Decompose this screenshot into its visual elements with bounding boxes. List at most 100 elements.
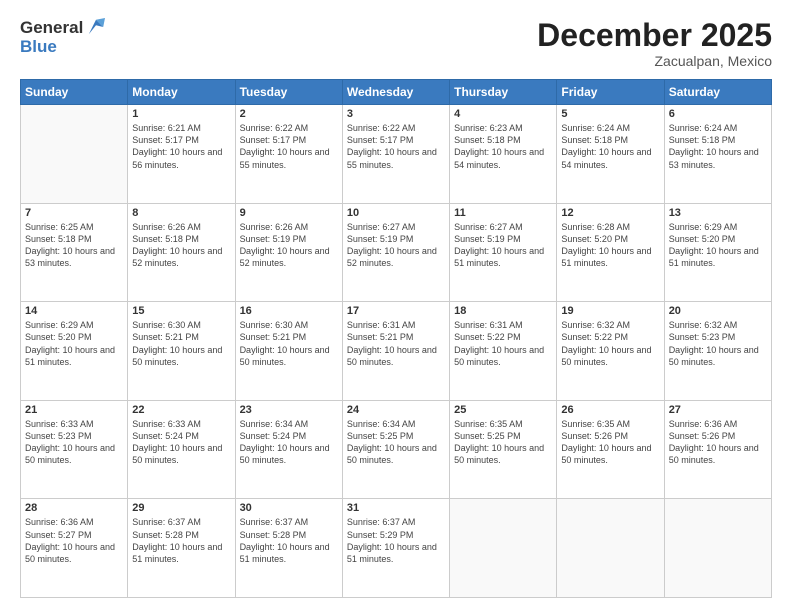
calendar-header-row: Sunday Monday Tuesday Wednesday Thursday… xyxy=(21,80,772,105)
logo-general: General xyxy=(20,19,83,38)
day-number: 15 xyxy=(132,305,230,317)
calendar-cell: 13 Sunrise: 6:29 AMSunset: 5:20 PMDayligh… xyxy=(664,203,771,302)
calendar-cell: 29 Sunrise: 6:37 AMSunset: 5:28 PMDayligh… xyxy=(128,499,235,598)
day-number: 20 xyxy=(669,305,767,317)
calendar-week-row: 14 Sunrise: 6:29 AMSunset: 5:20 PMDayligh… xyxy=(21,302,772,401)
day-number: 31 xyxy=(347,502,445,514)
day-number: 22 xyxy=(132,404,230,416)
header: General Blue December 2025 Zacualpan, Me… xyxy=(20,18,772,69)
day-number: 19 xyxy=(561,305,659,317)
day-number: 8 xyxy=(132,207,230,219)
calendar-cell: 21 Sunrise: 6:33 AMSunset: 5:23 PMDayligh… xyxy=(21,400,128,499)
day-info: Sunrise: 6:37 AMSunset: 5:28 PMDaylight:… xyxy=(132,516,230,565)
day-number: 7 xyxy=(25,207,123,219)
day-number: 27 xyxy=(669,404,767,416)
day-info: Sunrise: 6:37 AMSunset: 5:28 PMDaylight:… xyxy=(240,516,338,565)
calendar-cell: 10 Sunrise: 6:27 AMSunset: 5:19 PMDayligh… xyxy=(342,203,449,302)
day-number: 13 xyxy=(669,207,767,219)
calendar-table: Sunday Monday Tuesday Wednesday Thursday… xyxy=(20,79,772,598)
day-number: 29 xyxy=(132,502,230,514)
day-number: 9 xyxy=(240,207,338,219)
calendar-cell: 18Sunrise: 6:31 AMSunset: 5:22 PMDayligh… xyxy=(450,302,557,401)
day-info: Sunrise: 6:32 AMSunset: 5:23 PMDaylight:… xyxy=(669,319,767,368)
calendar-cell: 14 Sunrise: 6:29 AMSunset: 5:20 PMDayligh… xyxy=(21,302,128,401)
day-number: 3 xyxy=(347,108,445,120)
logo-blue: Blue xyxy=(20,38,105,57)
day-number: 17 xyxy=(347,305,445,317)
day-number: 14 xyxy=(25,305,123,317)
day-info: Sunrise: 6:33 AMSunset: 5:24 PMDaylight:… xyxy=(132,418,230,467)
header-wednesday: Wednesday xyxy=(342,80,449,105)
header-thursday: Thursday xyxy=(450,80,557,105)
calendar-week-row: 28Sunrise: 6:36 AMSunset: 5:27 PMDayligh… xyxy=(21,499,772,598)
day-info: Sunrise: 6:26 AMSunset: 5:18 PMDaylight:… xyxy=(132,221,230,270)
day-number: 26 xyxy=(561,404,659,416)
day-info: Sunrise: 6:34 AMSunset: 5:25 PMDaylight:… xyxy=(347,418,445,467)
day-number: 16 xyxy=(240,305,338,317)
day-number: 12 xyxy=(561,207,659,219)
day-info: Sunrise: 6:35 AMSunset: 5:26 PMDaylight:… xyxy=(561,418,659,467)
calendar-cell: 5Sunrise: 6:24 AMSunset: 5:18 PMDaylight… xyxy=(557,105,664,204)
day-info: Sunrise: 6:30 AMSunset: 5:21 PMDaylight:… xyxy=(240,319,338,368)
day-info: Sunrise: 6:29 AMSunset: 5:20 PMDaylight:… xyxy=(25,319,123,368)
day-number: 21 xyxy=(25,404,123,416)
day-number: 10 xyxy=(347,207,445,219)
day-info: Sunrise: 6:26 AMSunset: 5:19 PMDaylight:… xyxy=(240,221,338,270)
day-info: Sunrise: 6:32 AMSunset: 5:22 PMDaylight:… xyxy=(561,319,659,368)
calendar-cell: 27 Sunrise: 6:36 AMSunset: 5:26 PMDayligh… xyxy=(664,400,771,499)
header-friday: Friday xyxy=(557,80,664,105)
day-number: 4 xyxy=(454,108,552,120)
logo-bird-icon xyxy=(87,16,105,38)
day-info: Sunrise: 6:29 AMSunset: 5:20 PMDaylight:… xyxy=(669,221,767,270)
day-info: Sunrise: 6:23 AMSunset: 5:18 PMDaylight:… xyxy=(454,122,552,171)
month-title: December 2025 xyxy=(537,18,772,53)
day-info: Sunrise: 6:21 AMSunset: 5:17 PMDaylight:… xyxy=(132,122,230,171)
calendar-cell: 8 Sunrise: 6:26 AMSunset: 5:18 PMDaylight… xyxy=(128,203,235,302)
day-info: Sunrise: 6:27 AMSunset: 5:19 PMDaylight:… xyxy=(347,221,445,270)
logo: General Blue xyxy=(20,18,105,57)
day-info: Sunrise: 6:28 AMSunset: 5:20 PMDaylight:… xyxy=(561,221,659,270)
day-info: Sunrise: 6:24 AMSunset: 5:18 PMDaylight:… xyxy=(669,122,767,171)
day-number: 25 xyxy=(454,404,552,416)
calendar-cell: 17Sunrise: 6:31 AMSunset: 5:21 PMDayligh… xyxy=(342,302,449,401)
day-info: Sunrise: 6:35 AMSunset: 5:25 PMDaylight:… xyxy=(454,418,552,467)
day-number: 1 xyxy=(132,108,230,120)
calendar-cell xyxy=(664,499,771,598)
logo-text: General Blue xyxy=(20,18,105,57)
calendar-cell: 23 Sunrise: 6:34 AMSunset: 5:24 PMDayligh… xyxy=(235,400,342,499)
day-info: Sunrise: 6:22 AMSunset: 5:17 PMDaylight:… xyxy=(347,122,445,171)
day-info: Sunrise: 6:34 AMSunset: 5:24 PMDaylight:… xyxy=(240,418,338,467)
calendar-week-row: 21 Sunrise: 6:33 AMSunset: 5:23 PMDayligh… xyxy=(21,400,772,499)
calendar-cell: 1 Sunrise: 6:21 AMSunset: 5:17 PMDaylight… xyxy=(128,105,235,204)
day-number: 18 xyxy=(454,305,552,317)
calendar-cell: 19 Sunrise: 6:32 AMSunset: 5:22 PMDayligh… xyxy=(557,302,664,401)
day-info: Sunrise: 6:36 AMSunset: 5:26 PMDaylight:… xyxy=(669,418,767,467)
calendar-week-row: 7Sunrise: 6:25 AMSunset: 5:18 PMDaylight… xyxy=(21,203,772,302)
calendar-cell xyxy=(21,105,128,204)
day-number: 5 xyxy=(561,108,659,120)
day-number: 23 xyxy=(240,404,338,416)
calendar-cell: 25 Sunrise: 6:35 AMSunset: 5:25 PMDayligh… xyxy=(450,400,557,499)
calendar-cell: 20 Sunrise: 6:32 AMSunset: 5:23 PMDayligh… xyxy=(664,302,771,401)
day-info: Sunrise: 6:27 AMSunset: 5:19 PMDaylight:… xyxy=(454,221,552,270)
location-subtitle: Zacualpan, Mexico xyxy=(537,53,772,69)
day-info: Sunrise: 6:33 AMSunset: 5:23 PMDaylight:… xyxy=(25,418,123,467)
day-info: Sunrise: 6:37 AMSunset: 5:29 PMDaylight:… xyxy=(347,516,445,565)
header-monday: Monday xyxy=(128,80,235,105)
calendar-cell: 6 Sunrise: 6:24 AMSunset: 5:18 PMDaylight… xyxy=(664,105,771,204)
calendar-cell: 11Sunrise: 6:27 AMSunset: 5:19 PMDayligh… xyxy=(450,203,557,302)
calendar-cell: 22 Sunrise: 6:33 AMSunset: 5:24 PMDayligh… xyxy=(128,400,235,499)
header-saturday: Saturday xyxy=(664,80,771,105)
day-number: 30 xyxy=(240,502,338,514)
calendar-cell: 2Sunrise: 6:22 AMSunset: 5:17 PMDaylight… xyxy=(235,105,342,204)
day-info: Sunrise: 6:22 AMSunset: 5:17 PMDaylight:… xyxy=(240,122,338,171)
calendar-cell: 16 Sunrise: 6:30 AMSunset: 5:21 PMDayligh… xyxy=(235,302,342,401)
day-number: 24 xyxy=(347,404,445,416)
calendar-week-row: 1 Sunrise: 6:21 AMSunset: 5:17 PMDaylight… xyxy=(21,105,772,204)
calendar-cell: 31 Sunrise: 6:37 AMSunset: 5:29 PMDayligh… xyxy=(342,499,449,598)
calendar-cell: 3 Sunrise: 6:22 AMSunset: 5:17 PMDaylight… xyxy=(342,105,449,204)
day-number: 6 xyxy=(669,108,767,120)
calendar-cell: 15Sunrise: 6:30 AMSunset: 5:21 PMDayligh… xyxy=(128,302,235,401)
calendar-cell: 24 Sunrise: 6:34 AMSunset: 5:25 PMDayligh… xyxy=(342,400,449,499)
calendar-cell: 26 Sunrise: 6:35 AMSunset: 5:26 PMDayligh… xyxy=(557,400,664,499)
